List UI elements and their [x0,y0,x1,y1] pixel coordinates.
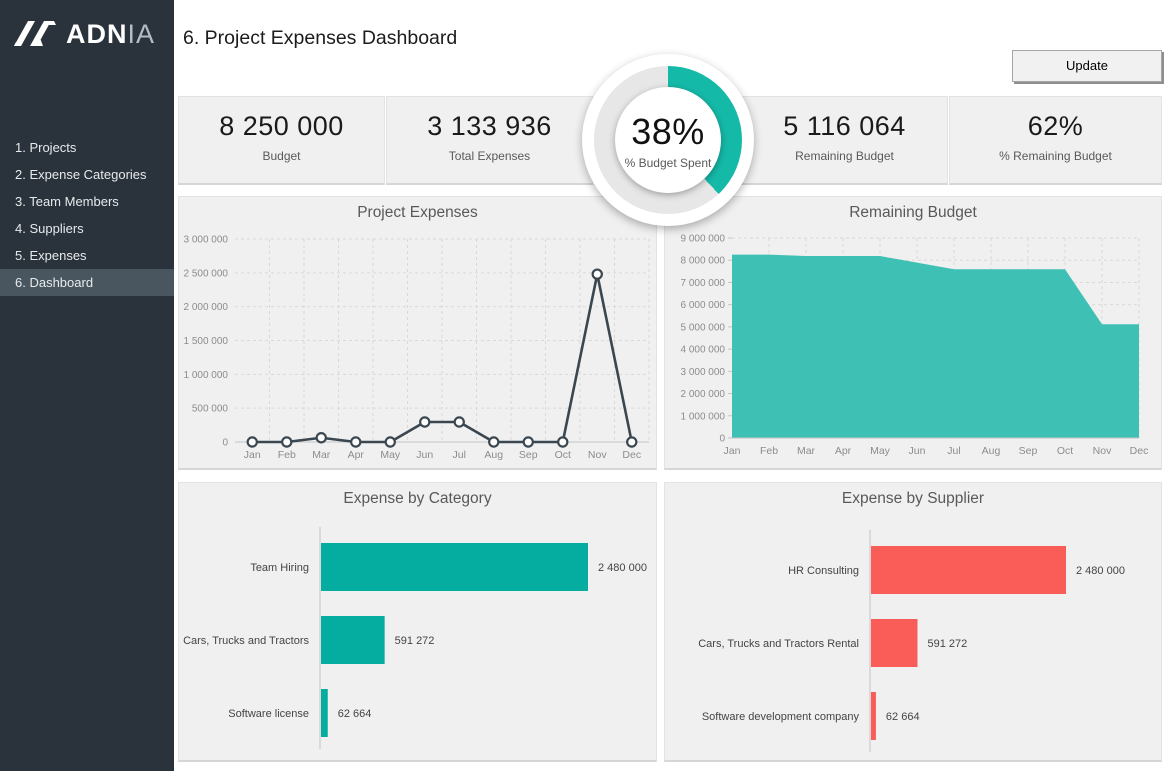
budget-spent-percent: 38% [631,111,705,153]
svg-text:2 480 000: 2 480 000 [1076,565,1125,577]
remaining-budget-panel: Remaining Budget 01 000 0002 000 0003 00… [664,196,1162,470]
svg-text:6 000 000: 6 000 000 [681,300,726,311]
kpi-remaining-pct-value: 62% [950,111,1161,142]
svg-text:2 000 000: 2 000 000 [681,389,726,400]
sidebar-nav: 1. Projects2. Expense Categories3. Team … [0,134,174,296]
svg-text:62 664: 62 664 [338,708,372,720]
svg-text:0: 0 [719,434,725,445]
svg-text:8 000 000: 8 000 000 [681,256,726,267]
svg-text:2 000 000: 2 000 000 [184,302,229,313]
svg-text:Nov: Nov [1093,445,1112,457]
svg-text:Jul: Jul [947,445,960,457]
svg-text:Aug: Aug [982,445,1001,457]
svg-text:0: 0 [222,438,228,449]
page-title: 6. Project Expenses Dashboard [183,27,457,50]
budget-spent-caption: % Budget Spent [625,156,712,170]
sidebar-item-team-members[interactable]: 3. Team Members [0,188,174,215]
svg-text:Dec: Dec [622,449,641,461]
expense-by-category-panel: Expense by Category Team Hiring2 480 000… [178,482,657,762]
svg-text:Jan: Jan [244,449,261,461]
svg-text:9 000 000: 9 000 000 [681,234,726,245]
expense-by-supplier-chart: HR Consulting 2 480 000 Cars, Trucks and T… [665,483,1161,760]
update-button[interactable]: Update [1012,50,1162,82]
svg-text:1 500 000: 1 500 000 [184,336,229,347]
svg-text:5 000 000: 5 000 000 [681,322,726,333]
svg-text:Jul: Jul [453,449,466,461]
svg-text:Team Hiring: Team Hiring [250,562,309,574]
svg-text:Jun: Jun [909,445,926,457]
svg-text:Cars, Trucks and Tractors Rent: Cars, Trucks and Tractors Rental [698,638,859,650]
svg-text:2 480 000: 2 480 000 [598,562,647,574]
svg-text:Apr: Apr [348,449,365,461]
adnia-logo-text: ADNIA [66,19,155,50]
sidebar-item-expenses[interactable]: 5. Expenses [0,242,174,269]
project-expenses-panel: Project Expenses 0500 0001 000 0001 500 … [178,196,657,470]
svg-text:Jun: Jun [416,449,433,461]
svg-text:Mar: Mar [312,449,331,461]
svg-text:591 272: 591 272 [927,638,967,650]
svg-text:Feb: Feb [278,449,296,461]
remaining-budget-chart: 0 1 000 000 2 000 000 3 000 000 4 000 000 5 0… [665,197,1161,468]
svg-text:500 000: 500 000 [192,404,229,415]
project-expenses-chart: 0 500 000 1 000 000 1 500 000 2 000 000 2 500… [179,197,656,468]
kpi-remaining-pct: 62% % Remaining Budget [949,96,1162,185]
sidebar-item-expense-categories[interactable]: 2. Expense Categories [0,161,174,188]
svg-text:HR Consulting: HR Consulting [788,565,859,577]
kpi-total-expenses-label: Total Expenses [387,149,592,163]
svg-text:Sep: Sep [1019,445,1038,457]
kpi-remaining-budget-value: 5 116 064 [742,111,947,142]
svg-text:3 000 000: 3 000 000 [184,235,229,246]
sidebar-item-suppliers[interactable]: 4. Suppliers [0,215,174,242]
svg-text:Jan: Jan [724,445,741,457]
svg-text:Aug: Aug [484,449,503,461]
svg-text:Software development company: Software development company [702,711,860,723]
adnia-logo-icon [13,16,57,52]
kpi-budget-value: 8 250 000 [179,111,384,142]
svg-text:Feb: Feb [760,445,778,457]
svg-text:1 000 000: 1 000 000 [184,370,229,381]
expense-by-supplier-panel: Expense by Supplier HR Consulting2 480 0… [664,482,1162,762]
svg-text:4 000 000: 4 000 000 [681,345,726,356]
svg-text:Mar: Mar [797,445,816,457]
kpi-budget: 8 250 000 Budget [178,96,385,185]
svg-text:May: May [380,449,401,461]
sidebar-item-dashboard[interactable]: 6. Dashboard [0,269,174,296]
kpi-total-expenses-value: 3 133 936 [387,111,592,142]
budget-spent-gauge-ring: 38% % Budget Spent [594,66,742,214]
kpi-remaining-budget-label: Remaining Budget [742,149,947,163]
sidebar-item-projects[interactable]: 1. Projects [0,134,174,161]
svg-text:1 000 000: 1 000 000 [681,411,726,422]
svg-text:Oct: Oct [1057,445,1073,457]
svg-text:May: May [870,445,891,457]
svg-text:Dec: Dec [1130,445,1149,457]
budget-spent-gauge-center: 38% % Budget Spent [615,87,721,193]
adnia-logo: ADNIA [13,16,155,52]
svg-text:Apr: Apr [835,445,852,457]
kpi-remaining-budget: 5 116 064 Remaining Budget [741,96,948,185]
svg-text:62 664: 62 664 [886,711,920,723]
svg-text:Oct: Oct [555,449,571,461]
svg-text:Nov: Nov [588,449,607,461]
svg-text:3 000 000: 3 000 000 [681,367,726,378]
sidebar: ADNIA 1. Projects2. Expense Categories3.… [0,0,174,771]
kpi-budget-label: Budget [179,149,384,163]
svg-text:591 272: 591 272 [395,635,435,647]
expense-by-category-chart: Team Hiring 2 480 000 Cars, Trucks and Tra… [179,483,656,760]
svg-text:Cars, Trucks and Tractors: Cars, Trucks and Tractors [183,635,309,647]
svg-text:7 000 000: 7 000 000 [681,278,726,289]
kpi-total-expenses: 3 133 936 Total Expenses [386,96,593,185]
kpi-remaining-pct-label: % Remaining Budget [950,149,1161,163]
svg-text:Sep: Sep [519,449,538,461]
budget-spent-gauge: 38% % Budget Spent [582,54,754,226]
svg-text:Software license: Software license [228,708,309,720]
svg-text:2 500 000: 2 500 000 [184,268,229,279]
